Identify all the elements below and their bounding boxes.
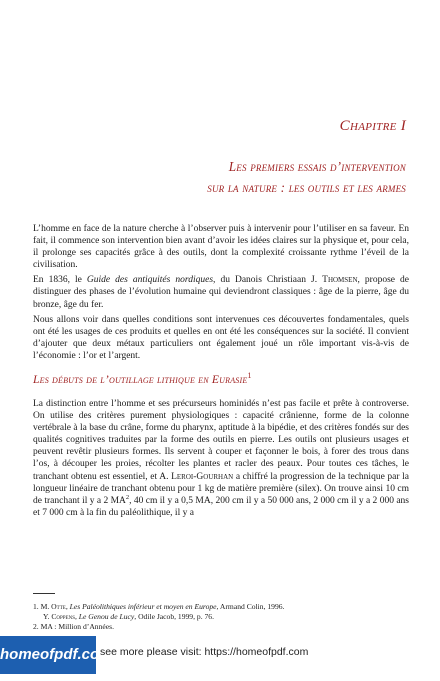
intro-paragraph-2: En 1836, le Guide des antiquités nordiqu… xyxy=(33,274,409,310)
visit-link[interactable]: see more please visit: https://homeofpdf… xyxy=(100,646,308,658)
footnote-divider xyxy=(33,593,55,594)
text-span: En 1836, le xyxy=(33,275,87,286)
author-name: Coppens xyxy=(51,612,75,621)
section-heading: Les débuts de l’outillage lithique en Eu… xyxy=(33,371,252,386)
book-title: Les Paléolithiques inférieur et moyen en… xyxy=(69,602,217,611)
section-text: La distinction entre l’homme et ses préc… xyxy=(33,398,409,519)
footnote-2: 2. MA : Million d’Années. xyxy=(33,622,114,631)
text-span: La distinction entre l’homme et ses préc… xyxy=(33,399,409,482)
promo-banner[interactable]: homeofpdf.com see more please visit: htt… xyxy=(0,636,440,681)
section-title: Les débuts de l’outillage lithique en Eu… xyxy=(33,372,248,386)
footnote-1-continued: Y. Coppens, Le Genou de Lucy, Odile Jaco… xyxy=(33,612,409,622)
chapter-title: Les premiers essais d’intervention sur l… xyxy=(207,156,406,198)
chapter-title-line-1: Les premiers essais d’intervention xyxy=(228,159,406,174)
text-span: M. xyxy=(40,602,52,611)
footnote-number: 1. xyxy=(33,602,39,611)
text-span: , Odile Jacob, 1999, p. 76. xyxy=(134,612,214,621)
author-name: Thomsen xyxy=(322,275,358,286)
chapter-heading: Chapitre I xyxy=(339,118,406,134)
footnote-ref[interactable]: 1 xyxy=(247,371,251,380)
author-name: Leroi-Gourhan xyxy=(171,471,234,482)
book-title: Le Genou de Lucy xyxy=(78,612,135,621)
chapter-title-line-2: sur la nature : les outils et les armes xyxy=(207,180,406,195)
intro-text: L’homme en face de la nature cherche à l… xyxy=(33,223,409,362)
author-name: Otte xyxy=(51,602,66,611)
site-logo[interactable]: homeofpdf.com xyxy=(0,636,113,674)
book-title: Guide des antiquités nordiques xyxy=(86,275,214,286)
book-page: Chapitre I Les premiers essais d’interve… xyxy=(0,0,440,681)
text-span: , du Danois Christiaan J. xyxy=(213,275,323,286)
text-span: , Armand Colin, 1996. xyxy=(216,602,285,611)
intro-paragraph-1: L’homme en face de la nature cherche à l… xyxy=(33,224,409,271)
footnote-1: 1. M. Otte, Les Paléolithiques inférieur… xyxy=(33,602,409,612)
section-paragraph: La distinction entre l’homme et ses préc… xyxy=(33,398,409,519)
footnotes: 1. M. Otte, Les Paléolithiques inférieur… xyxy=(33,602,409,632)
intro-paragraph-3: Nous allons voir dans quelles conditions… xyxy=(33,314,409,361)
